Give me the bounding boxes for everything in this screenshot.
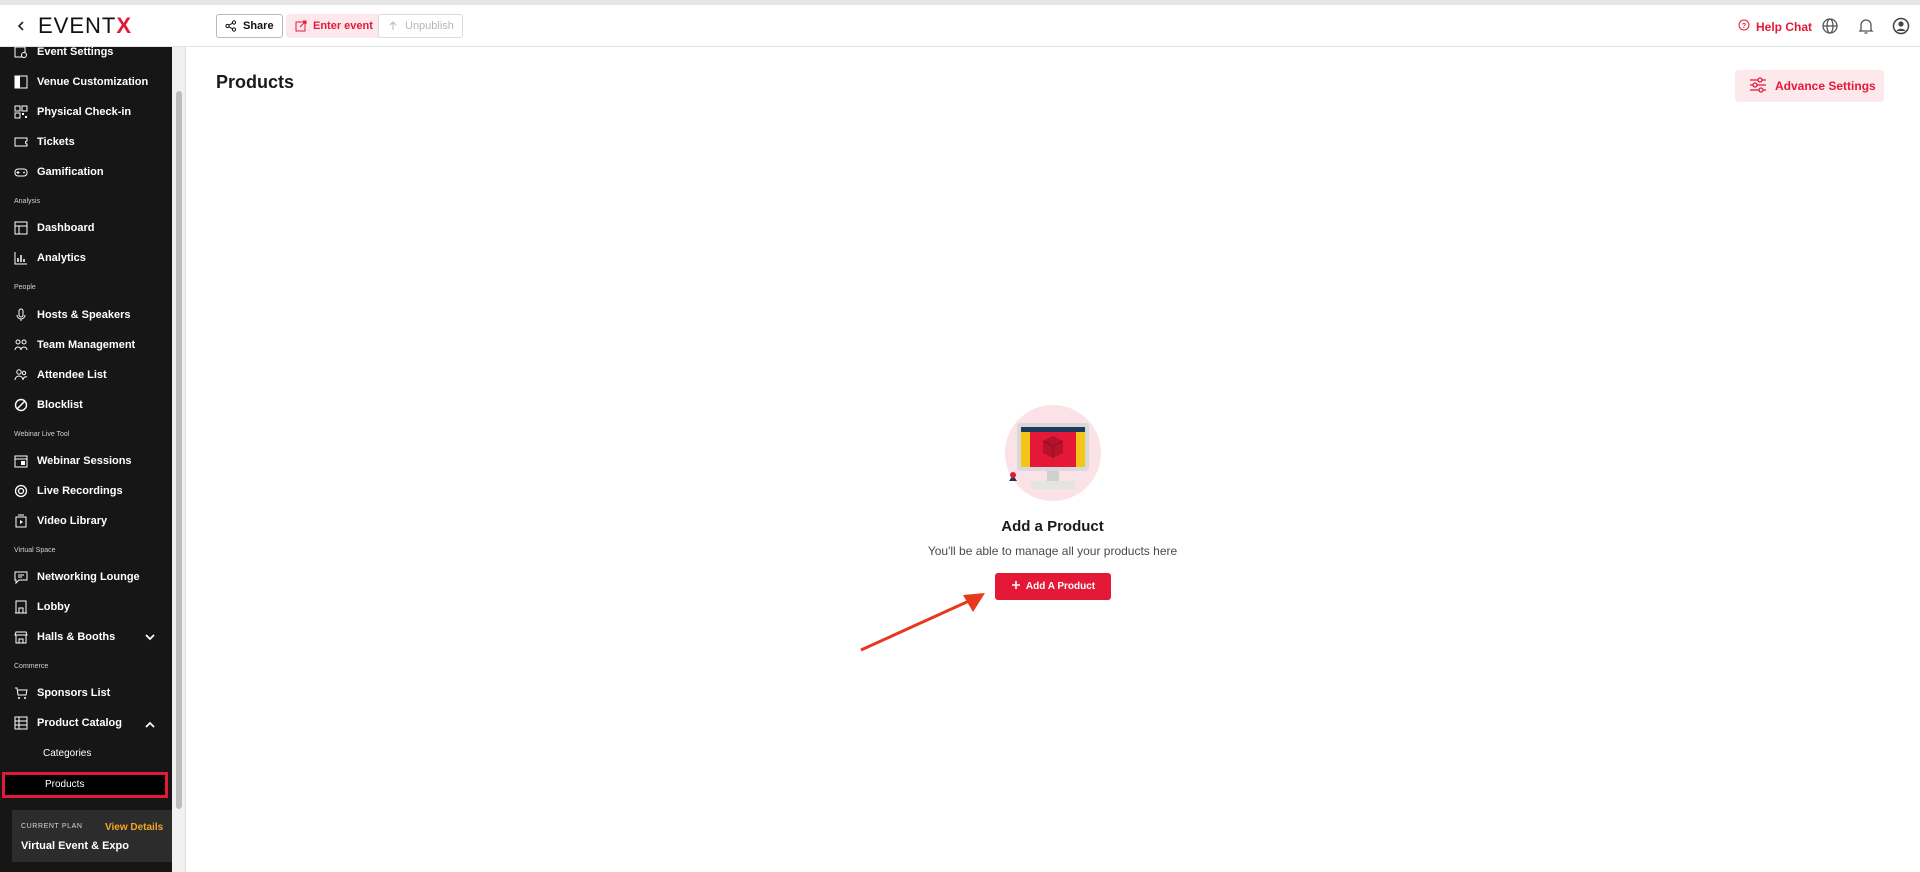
sidebar-item-gamification[interactable]: Gamification <box>0 160 172 186</box>
empty-state-subtitle: You'll be able to manage all your produc… <box>927 544 1178 558</box>
chevron-up-icon[interactable] <box>144 719 156 731</box>
section-label-virtual-space: Virtual Space <box>14 547 56 554</box>
sidebar-subitem-products[interactable]: Products <box>2 772 168 798</box>
section-label-people: People <box>14 284 36 291</box>
bar-chart-icon <box>14 251 28 265</box>
scrollbar-thumb[interactable] <box>176 91 182 809</box>
calendar-icon <box>14 454 28 468</box>
sidebar-item-hosts-speakers[interactable]: Hosts & Speakers <box>0 303 172 329</box>
view-details-link[interactable]: View Details <box>105 822 163 833</box>
advance-settings-button[interactable]: Advance Settings <box>1735 70 1884 102</box>
section-label-webinar: Webinar Live Tool <box>14 431 70 438</box>
block-icon <box>14 398 28 412</box>
sidebar-scrollbar[interactable] <box>172 47 186 872</box>
logo[interactable]: EVENTX <box>38 13 132 39</box>
unpublish-icon <box>387 20 399 32</box>
chevron-down-icon[interactable] <box>144 631 156 643</box>
booth-icon <box>14 630 28 644</box>
sidebar: Event Settings Venue Customization Physi… <box>0 47 172 872</box>
empty-state-title: Add a Product <box>1001 518 1104 535</box>
sidebar-item-webinar-sessions[interactable]: Webinar Sessions <box>0 449 172 475</box>
sidebar-item-halls-booths[interactable]: Halls & Booths <box>0 625 172 651</box>
sidebar-item-tickets[interactable]: Tickets <box>0 130 172 156</box>
record-icon <box>14 484 28 498</box>
annotation-arrow <box>860 593 985 652</box>
enter-event-button[interactable]: Enter event <box>286 14 382 38</box>
chat-icon <box>14 570 28 585</box>
globe-icon[interactable] <box>1820 16 1840 36</box>
cart-icon <box>14 686 28 700</box>
add-product-button[interactable]: Add A Product <box>995 573 1111 600</box>
current-plan-card: CURRENT PLAN View Details Virtual Event … <box>12 810 172 862</box>
sidebar-item-attendee-list[interactable]: Attendee List <box>0 363 172 389</box>
share-icon <box>225 20 237 32</box>
dashboard-icon <box>14 221 28 235</box>
people-icon <box>14 368 28 382</box>
sidebar-item-event-settings[interactable]: Event Settings <box>0 47 172 66</box>
top-bar: EVENTX Share Enter event Unpublish ? Hel… <box>0 5 1920 47</box>
sidebar-item-analytics[interactable]: Analytics <box>0 246 172 272</box>
lobby-icon <box>14 600 28 614</box>
sliders-icon <box>1749 76 1767 96</box>
catalog-icon <box>14 716 28 730</box>
sidebar-item-lobby[interactable]: Lobby <box>0 595 172 621</box>
svg-text:?: ? <box>1742 23 1746 30</box>
sidebar-item-product-catalog[interactable]: Product Catalog <box>0 711 172 737</box>
section-label-analysis: Analysis <box>14 198 41 205</box>
empty-state-illustration <box>1003 403 1103 503</box>
sidebar-item-venue-customization[interactable]: Venue Customization <box>0 70 172 96</box>
sidebar-subitem-categories[interactable]: Categories <box>0 743 172 765</box>
sidebar-item-physical-check-in[interactable]: Physical Check-in <box>0 100 172 126</box>
microphone-icon <box>14 308 28 322</box>
back-arrow-icon[interactable] <box>14 17 28 35</box>
unpublish-button[interactable]: Unpublish <box>378 14 463 38</box>
plus-icon <box>1011 580 1021 593</box>
team-icon <box>14 338 28 352</box>
bell-icon[interactable] <box>1856 16 1876 36</box>
page-title: Products <box>216 72 295 92</box>
sidebar-item-networking-lounge[interactable]: Networking Lounge <box>0 565 172 591</box>
qr-icon <box>14 105 28 119</box>
ticket-icon <box>14 135 28 149</box>
sidebar-item-dashboard[interactable]: Dashboard <box>0 216 172 242</box>
gamepad-icon <box>14 165 28 179</box>
help-chat-button[interactable]: ? Help Chat <box>1738 19 1812 34</box>
user-avatar-icon[interactable] <box>1891 16 1911 36</box>
video-library-icon <box>14 514 28 528</box>
help-icon: ? <box>1738 19 1750 34</box>
settings-icon <box>14 47 28 59</box>
share-button[interactable]: Share <box>216 14 283 38</box>
sidebar-item-video-library[interactable]: Video Library <box>0 509 172 535</box>
plan-name: Virtual Event & Expo <box>21 840 129 852</box>
sidebar-item-blocklist[interactable]: Blocklist <box>0 393 172 419</box>
external-edit-icon <box>295 20 307 32</box>
plan-caption: CURRENT PLAN <box>21 823 83 830</box>
section-label-commerce: Commerce <box>14 663 49 670</box>
layout-icon <box>14 75 28 89</box>
sidebar-item-live-recordings[interactable]: Live Recordings <box>0 479 172 505</box>
sidebar-item-team-management[interactable]: Team Management <box>0 333 172 359</box>
sidebar-item-sponsors-list[interactable]: Sponsors List <box>0 681 172 707</box>
